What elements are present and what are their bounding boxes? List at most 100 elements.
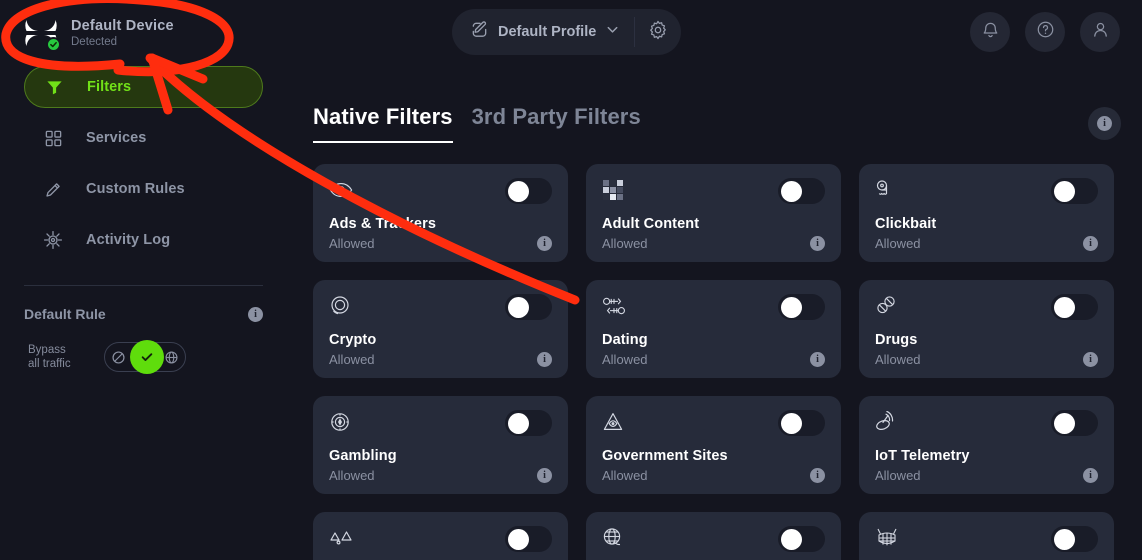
card-title: Dating (602, 332, 648, 348)
filter-card-partial-1[interactable]: i (313, 512, 568, 560)
toggle-knob (1054, 296, 1075, 318)
card-footer: Allowed i (329, 352, 552, 367)
card-title: Gambling (329, 448, 397, 464)
card-top (602, 294, 825, 320)
tab-native-filters[interactable]: Native Filters (313, 104, 453, 143)
check-icon (141, 353, 153, 361)
card-top (875, 410, 1098, 436)
bypass-option[interactable] (158, 350, 185, 365)
card-state: Allowed (602, 236, 648, 251)
info-icon[interactable]: i (810, 352, 825, 367)
sidebar-item-label: Custom Rules (86, 181, 185, 197)
filter-card-crypto[interactable]: Crypto Allowed i (313, 280, 568, 378)
info-icon[interactable]: i (537, 236, 552, 251)
filter-toggle[interactable] (1051, 526, 1098, 552)
notifications-button[interactable] (970, 12, 1010, 52)
toggle-knob (508, 296, 529, 318)
profile-settings-button[interactable] (635, 9, 681, 55)
filter-toggle[interactable] (1051, 410, 1098, 436)
card-state: Allowed (875, 236, 921, 251)
info-icon[interactable]: i (1083, 352, 1098, 367)
roulette-icon (329, 410, 355, 434)
filter-toggle[interactable] (1051, 178, 1098, 204)
sidebar-item-custom-rules[interactable]: Custom Rules (24, 168, 263, 210)
filter-card-partial-2[interactable]: i (586, 512, 841, 560)
info-icon[interactable]: i (1083, 236, 1098, 251)
target-icon (42, 230, 64, 250)
info-icon[interactable]: i (537, 352, 552, 367)
circle-slash-icon (112, 350, 125, 364)
toggle-knob (1054, 180, 1075, 202)
filters-grid: Ads & Trackers Allowed i Adult Content A… (313, 164, 1142, 560)
satellite-dish-icon (875, 410, 901, 434)
default-rule-segmented-control (104, 340, 186, 374)
card-top (875, 526, 1098, 552)
mosaic-censor-icon (602, 178, 628, 202)
sidebar-item-filters[interactable]: Filters (24, 66, 263, 108)
card-top (875, 294, 1098, 320)
account-button[interactable] (1080, 12, 1120, 52)
help-button[interactable] (1025, 12, 1065, 52)
filter-toggle[interactable] (778, 294, 825, 320)
card-footer: Allowed i (875, 468, 1098, 483)
card-top (602, 526, 825, 552)
filter-card-iot-telemetry[interactable]: IoT Telemetry Allowed i (859, 396, 1114, 494)
tab-3rd-party-filters[interactable]: 3rd Party Filters (472, 104, 641, 141)
filter-toggle[interactable] (505, 410, 552, 436)
filter-toggle[interactable] (505, 178, 552, 204)
filter-toggle[interactable] (1051, 294, 1098, 320)
bell-icon (981, 20, 1000, 44)
toggle-knob (508, 528, 529, 550)
card-footer: Allowed i (602, 352, 825, 367)
filter-card-drugs[interactable]: Drugs Allowed i (859, 280, 1114, 378)
block-option[interactable] (105, 350, 132, 365)
info-icon[interactable]: i (810, 468, 825, 483)
all-seeing-eye-icon (602, 410, 628, 434)
card-top (602, 178, 825, 204)
card-title: Crypto (329, 332, 377, 348)
profile-name: Default Profile (498, 24, 597, 40)
card-state: Allowed (602, 468, 648, 483)
sidebar-item-services[interactable]: Services (24, 117, 263, 159)
sidebar-item-label: Services (86, 130, 147, 146)
topbar-actions (970, 12, 1120, 52)
profile-selector-button[interactable]: Default Profile (452, 9, 634, 55)
card-top (329, 410, 552, 436)
filter-card-dating[interactable]: Dating Allowed i (586, 280, 841, 378)
card-footer: Allowed i (875, 236, 1098, 251)
filter-card-ads-trackers[interactable]: Ads & Trackers Allowed i (313, 164, 568, 262)
sidebar-item-activity-log[interactable]: Activity Log (24, 219, 263, 261)
user-icon (1091, 20, 1110, 44)
device-selector[interactable]: Default Device Detected (24, 16, 274, 52)
card-state: Allowed (329, 468, 375, 483)
globe-grid-icon (602, 526, 628, 550)
coin-icon (329, 294, 355, 318)
question-circle-icon (1036, 20, 1055, 44)
default-rule-caption-line2: all traffic (28, 358, 71, 370)
card-title: Clickbait (875, 216, 937, 232)
card-title: Government Sites (602, 448, 728, 464)
profile-bar: Default Profile (452, 9, 682, 55)
filter-card-government-sites[interactable]: Government Sites Allowed i (586, 396, 841, 494)
filter-toggle[interactable] (778, 410, 825, 436)
card-footer: Allowed i (329, 236, 552, 251)
filter-card-partial-3[interactable]: i (859, 512, 1114, 560)
card-footer: Allowed i (329, 468, 552, 483)
info-icon[interactable]: i (1083, 468, 1098, 483)
info-icon[interactable]: i (810, 236, 825, 251)
device-shield-logo (24, 16, 61, 52)
filter-card-clickbait[interactable]: Clickbait Allowed i (859, 164, 1114, 262)
filter-card-adult-content[interactable]: Adult Content Allowed i (586, 164, 841, 262)
info-icon[interactable]: i (248, 306, 263, 322)
page-info-button[interactable]: i (1088, 107, 1121, 140)
default-rule-control: Bypass all traffic (28, 340, 263, 374)
filter-toggle[interactable] (778, 178, 825, 204)
filter-toggle[interactable] (505, 294, 552, 320)
toggle-knob (781, 296, 802, 318)
filter-card-gambling[interactable]: Gambling Allowed i (313, 396, 568, 494)
info-icon[interactable]: i (537, 468, 552, 483)
filter-toggle[interactable] (505, 526, 552, 552)
filter-toggle[interactable] (778, 526, 825, 552)
toggle-knob (508, 412, 529, 434)
device-status: Detected (71, 36, 118, 49)
